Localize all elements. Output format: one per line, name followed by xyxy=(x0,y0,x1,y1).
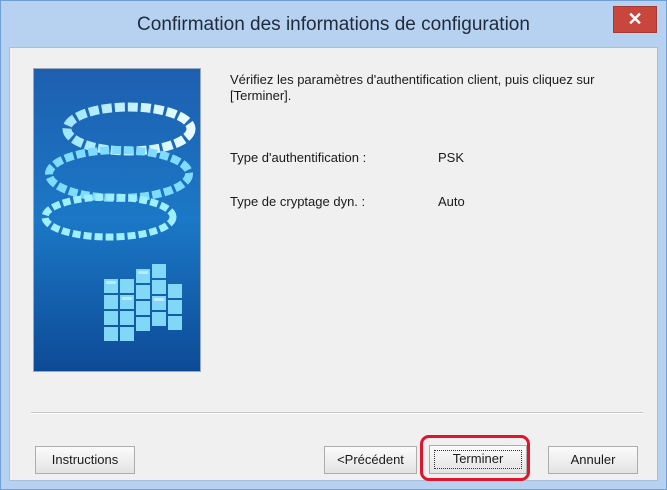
auth-type-value: PSK xyxy=(438,150,465,165)
instruction-message: Vérifiez les paramètres d'authentificati… xyxy=(230,72,595,103)
window-title: Confirmation des informations de configu… xyxy=(137,14,530,35)
finish-button[interactable]: Terminer xyxy=(429,445,527,474)
setup-illustration xyxy=(33,68,201,372)
dialog-window: Confirmation des informations de configu… xyxy=(0,0,667,490)
encryption-type-label: Type de cryptage dyn. : xyxy=(230,194,366,209)
button-divider xyxy=(31,412,643,414)
focus-ring xyxy=(434,450,522,469)
close-button[interactable]: ✕ xyxy=(613,6,657,33)
cancel-button[interactable]: Annuler xyxy=(548,446,638,474)
title-bar: Confirmation des informations de configu… xyxy=(1,1,666,47)
wireless-setup-illustration-icon xyxy=(34,69,200,371)
previous-button[interactable]: <Précédent xyxy=(324,446,417,474)
instructions-button[interactable]: Instructions xyxy=(35,446,135,474)
auth-type-label: Type d'authentification : xyxy=(230,150,367,165)
dialog-content: Vérifiez les paramètres d'authentificati… xyxy=(9,47,658,481)
encryption-type-value: Auto xyxy=(438,194,465,209)
close-icon: ✕ xyxy=(627,9,643,29)
